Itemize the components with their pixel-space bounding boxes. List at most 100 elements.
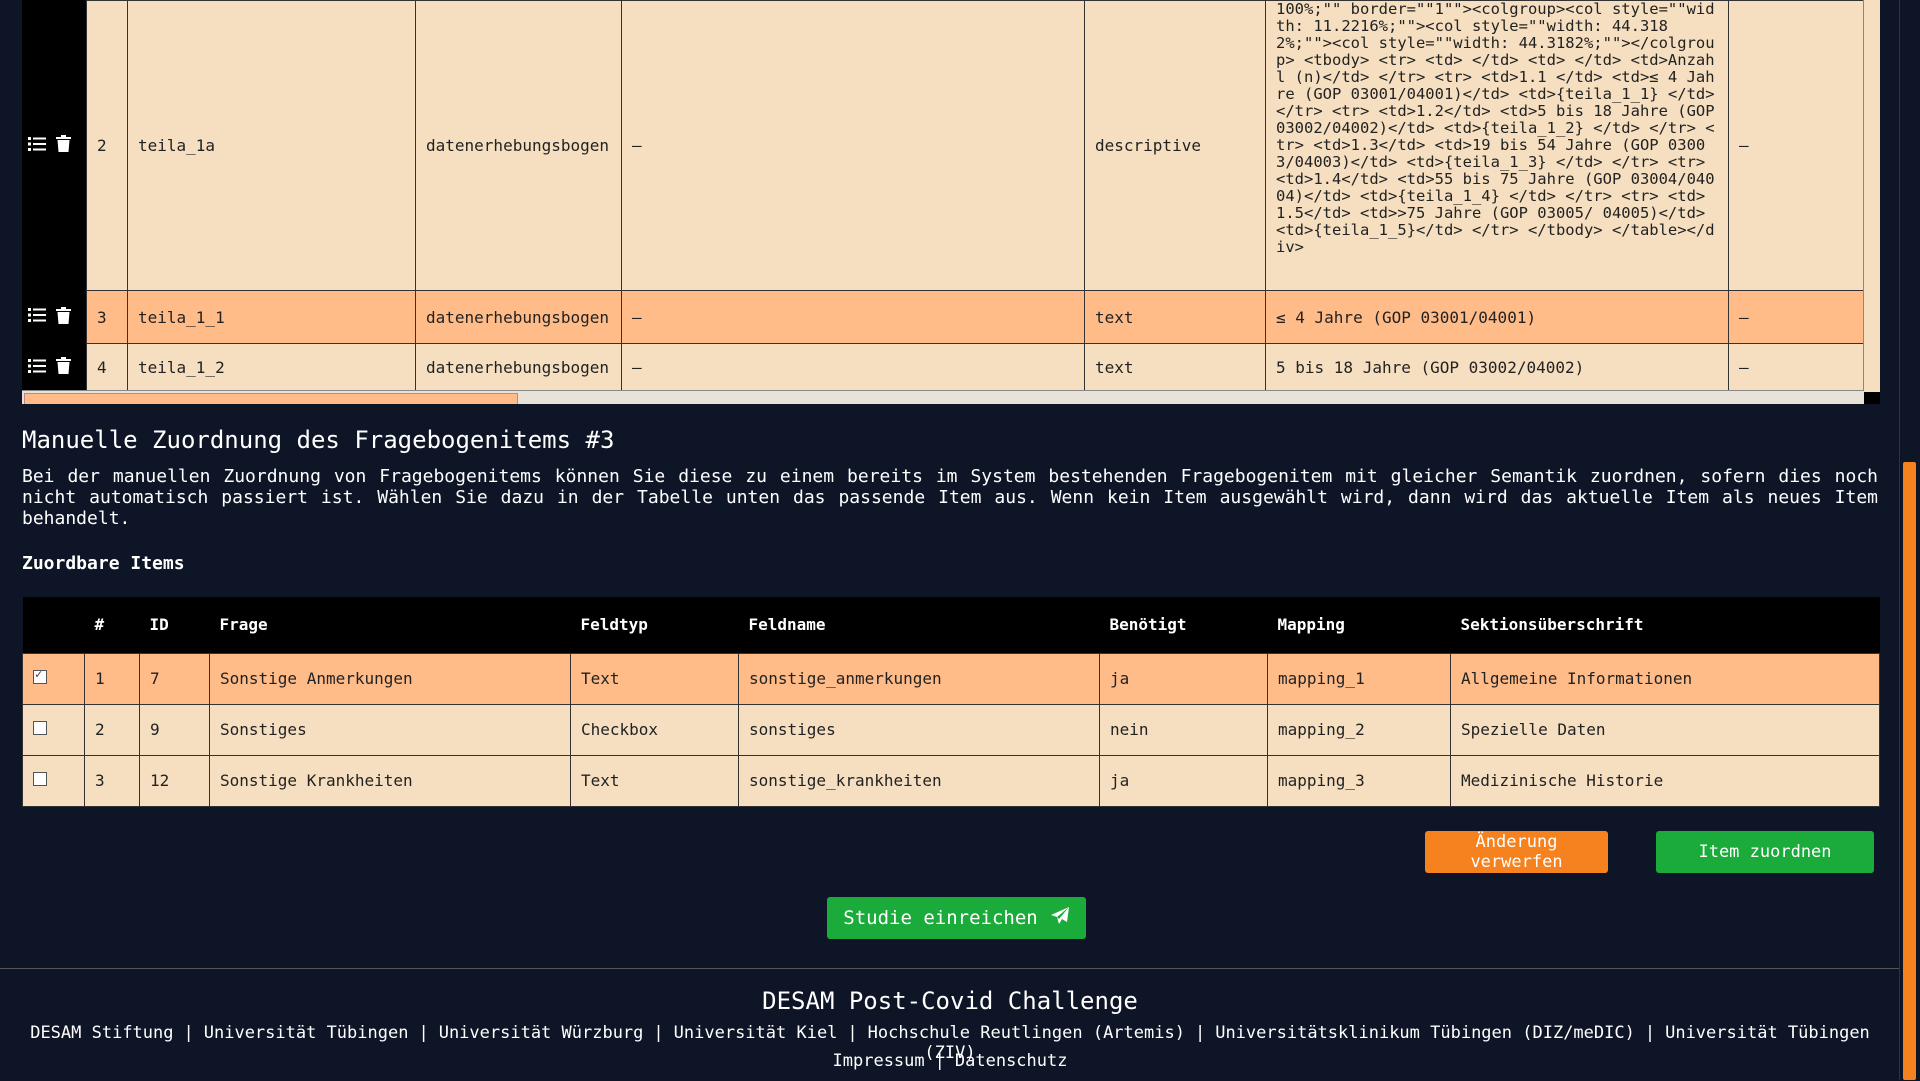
field-label: 5 bis 18 Jahre (GOP 03002/04002) bbox=[1265, 343, 1729, 392]
table-vertical-scrollbar[interactable] bbox=[1863, 0, 1880, 392]
section-cell: – bbox=[621, 343, 1085, 392]
field-name: sonstiges bbox=[738, 703, 1100, 756]
row-select[interactable] bbox=[22, 754, 85, 807]
field-type: text bbox=[1084, 290, 1266, 344]
required: ja bbox=[1099, 754, 1268, 807]
footer-link[interactable]: Hochschule Reutlingen (Artemis) bbox=[868, 1023, 1185, 1043]
field-type: Text bbox=[570, 754, 739, 807]
list-icon[interactable] bbox=[28, 136, 46, 156]
item-id: teila_1a bbox=[127, 0, 416, 291]
table-row: 2 teila_1a datenerhebungsbogen – descrip… bbox=[22, 0, 1864, 291]
column-header: Mapping bbox=[1277, 615, 1345, 635]
row-actions bbox=[22, 0, 87, 291]
field-type: Text bbox=[570, 652, 739, 705]
table-horizontal-scrollbar[interactable] bbox=[22, 390, 1864, 404]
row-select[interactable] bbox=[22, 652, 85, 705]
mapping: mapping_3 bbox=[1267, 754, 1451, 807]
row-number: 3 bbox=[84, 754, 140, 807]
impressum-link[interactable]: Impressum bbox=[833, 1051, 925, 1071]
column-header: Sektionsüberschrift bbox=[1460, 615, 1644, 635]
field-type: text bbox=[1084, 343, 1266, 392]
question: Sonstige Anmerkungen bbox=[209, 652, 571, 705]
submit-study-button[interactable]: Studie einreichen bbox=[827, 897, 1086, 939]
field-type: descriptive bbox=[1084, 0, 1266, 291]
item-id: teila_1_1 bbox=[127, 290, 416, 344]
choices-cell: – bbox=[1728, 343, 1864, 392]
item-id: teila_1_2 bbox=[127, 343, 416, 392]
row-number: 3 bbox=[86, 290, 128, 344]
field-label-html: 100%;"" border=""1""><colgroup><col styl… bbox=[1265, 0, 1729, 291]
footer-link[interactable]: Universität Tübingen bbox=[204, 1023, 409, 1043]
section-title: Manuelle Zuordnung des Fragebogenitems #… bbox=[22, 426, 615, 454]
column-header: Feldname bbox=[748, 615, 826, 635]
section-heading: Allgemeine Informationen bbox=[1450, 652, 1880, 705]
section-heading: Spezielle Daten bbox=[1450, 703, 1880, 756]
table-row[interactable]: 3 12 Sonstige Krankheiten Text sonstige_… bbox=[22, 754, 1880, 807]
field-label: ≤ 4 Jahre (GOP 03001/04001) bbox=[1265, 290, 1729, 344]
paper-plane-icon bbox=[1050, 906, 1070, 931]
row-select[interactable] bbox=[22, 703, 85, 756]
choices-cell: – bbox=[1728, 0, 1864, 291]
column-header: ID bbox=[149, 615, 169, 635]
list-icon[interactable] bbox=[28, 358, 46, 378]
footer-legal-links: Impressum | Datenschutz bbox=[832, 1051, 1068, 1071]
column-header: Frage bbox=[219, 615, 268, 635]
footer-link[interactable]: Universitätsklinikum Tübingen (DIZ/meDIC… bbox=[1215, 1023, 1635, 1043]
checkbox[interactable] bbox=[33, 721, 47, 735]
form-name: datenerhebungsbogen bbox=[415, 343, 622, 392]
section-cell: – bbox=[621, 290, 1085, 344]
required: nein bbox=[1099, 703, 1268, 756]
assignable-items-table: # ID Frage Feldtyp Feldname Benötigt Map… bbox=[22, 597, 1880, 807]
scrollbar-thumb[interactable] bbox=[1903, 462, 1916, 1080]
table-header-row: # ID Frage Feldtyp Feldname Benötigt Map… bbox=[22, 597, 1880, 653]
section-cell: – bbox=[621, 0, 1085, 291]
question: Sonstige Krankheiten bbox=[209, 754, 571, 807]
table-row[interactable]: 1 7 Sonstige Anmerkungen Text sonstige_a… bbox=[22, 652, 1880, 705]
mapping: mapping_2 bbox=[1267, 703, 1451, 756]
column-header: # bbox=[94, 615, 105, 635]
choices-cell: – bbox=[1728, 290, 1864, 344]
discard-changes-button[interactable]: Änderung verwerfen bbox=[1425, 831, 1608, 873]
submit-label: Studie einreichen bbox=[843, 907, 1038, 929]
checkbox[interactable] bbox=[33, 667, 47, 684]
row-number: 1 bbox=[84, 652, 140, 705]
row-number: 2 bbox=[86, 0, 128, 291]
section-description: Bei der manuellen Zuordnung von Fragebog… bbox=[22, 466, 1878, 529]
form-name: datenerhebungsbogen bbox=[415, 290, 622, 344]
page-content: 2 teila_1a datenerhebungsbogen – descrip… bbox=[0, 0, 1900, 1080]
field-name: sonstige_anmerkungen bbox=[738, 652, 1100, 705]
mapping: mapping_1 bbox=[1267, 652, 1451, 705]
assign-item-button[interactable]: Item zuordnen bbox=[1656, 831, 1874, 873]
row-actions bbox=[22, 290, 87, 344]
datenschutz-link[interactable]: Datenschutz bbox=[955, 1051, 1068, 1071]
row-number: 4 bbox=[86, 343, 128, 392]
table-row: 4 teila_1_2 datenerhebungsbogen – text 5… bbox=[22, 343, 1864, 392]
assignable-items-heading: Zuordbare Items bbox=[22, 553, 185, 574]
footer-link[interactable]: DESAM Stiftung bbox=[30, 1023, 173, 1043]
table-row: 3 teila_1_1 datenerhebungsbogen – text ≤… bbox=[22, 290, 1864, 344]
footer-link[interactable]: Universität Kiel bbox=[674, 1023, 838, 1043]
column-header: Feldtyp bbox=[580, 615, 648, 635]
questionnaire-items-table: 2 teila_1a datenerhebungsbogen – descrip… bbox=[22, 0, 1880, 404]
trash-icon[interactable] bbox=[56, 306, 71, 328]
trash-icon[interactable] bbox=[56, 357, 71, 378]
footer: DESAM Post-Covid Challenge DESAM Stiftun… bbox=[0, 968, 1900, 1081]
row-actions bbox=[22, 343, 87, 392]
question: Sonstiges bbox=[209, 703, 571, 756]
list-icon[interactable] bbox=[28, 307, 46, 327]
table-row[interactable]: 2 9 Sonstiges Checkbox sonstiges nein ma… bbox=[22, 703, 1880, 756]
page-scrollbar[interactable] bbox=[1899, 0, 1920, 1080]
scrollbar-thumb[interactable] bbox=[24, 393, 518, 404]
field-type: Checkbox bbox=[570, 703, 739, 756]
required: ja bbox=[1099, 652, 1268, 705]
column-header: Benötigt bbox=[1109, 615, 1187, 635]
trash-icon[interactable] bbox=[56, 135, 71, 156]
footer-link[interactable]: Universität Würzburg bbox=[439, 1023, 644, 1043]
item-id: 12 bbox=[139, 754, 210, 807]
item-id: 9 bbox=[139, 703, 210, 756]
checkbox[interactable] bbox=[33, 772, 47, 786]
footer-title: DESAM Post-Covid Challenge bbox=[762, 987, 1138, 1015]
section-heading: Medizinische Historie bbox=[1450, 754, 1880, 807]
row-number: 2 bbox=[84, 703, 140, 756]
form-name: datenerhebungsbogen bbox=[415, 0, 622, 291]
